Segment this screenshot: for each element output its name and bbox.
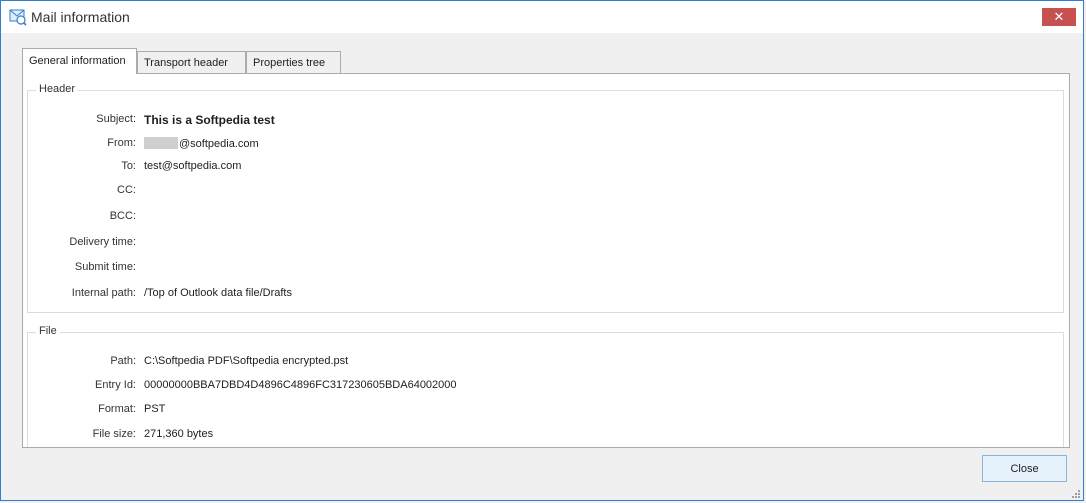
file-group-legend: File — [36, 325, 60, 337]
cc-label: CC: — [117, 184, 136, 196]
header-group-legend: Header — [36, 83, 79, 95]
bcc-label: BCC: — [109, 210, 136, 222]
to-label: To: — [121, 160, 136, 172]
entry-id-value: 00000000BBA7DBD4D4896C4896FC317230605BDA… — [144, 379, 457, 391]
mail-information-window: Mail information ✕ General information T… — [0, 0, 1084, 501]
to-value: test@softpedia.com — [144, 160, 242, 172]
tab-label: Transport header — [144, 57, 228, 69]
path-row: Path: C:\Softpedia PDF\Softpedia encrypt… — [28, 355, 1063, 371]
tab-general-information[interactable]: General information — [22, 48, 137, 74]
submit-time-label: Submit time: — [74, 261, 136, 273]
subject-row: Subject: This is a Softpedia test — [28, 113, 1063, 129]
path-value: C:\Softpedia PDF\Softpedia encrypted.pst — [144, 355, 349, 367]
entry-id-label: Entry Id: — [95, 379, 136, 391]
internal-path-label: Internal path: — [71, 287, 136, 299]
tab-label: Properties tree — [253, 57, 326, 69]
from-label: From: — [107, 137, 136, 149]
file-size-value: 271,360 bytes — [144, 428, 214, 440]
tab-transport-header[interactable]: Transport header — [137, 51, 246, 73]
resize-grip-icon[interactable] — [1071, 489, 1081, 499]
redacted-block — [144, 137, 178, 149]
title-bar: Mail information ✕ — [1, 1, 1083, 33]
format-value: PST — [144, 403, 166, 415]
format-row: Format: PST — [28, 403, 1063, 419]
file-size-row: File size: 271,360 bytes — [28, 428, 1063, 444]
bcc-row: BCC: — [28, 210, 1063, 226]
from-row: From: @softpedia.com — [28, 137, 1063, 153]
submit-time-row: Submit time: — [28, 261, 1063, 277]
file-size-label: File size: — [92, 428, 136, 440]
tab-properties-tree[interactable]: Properties tree — [246, 51, 341, 73]
tab-label: General information — [29, 55, 126, 67]
close-icon: ✕ — [1053, 9, 1065, 24]
header-group: Header Subject: This is a Softpedia test… — [27, 83, 1064, 313]
path-label: Path: — [110, 355, 136, 367]
from-value-wrapper: @softpedia.com — [144, 137, 259, 150]
entry-id-row: Entry Id: 00000000BBA7DBD4D4896C4896FC31… — [28, 379, 1063, 395]
to-row: To: test@softpedia.com — [28, 160, 1063, 176]
cc-row: CC: — [28, 184, 1063, 200]
mail-info-icon — [9, 8, 27, 26]
format-label: Format: — [98, 403, 136, 415]
subject-value: This is a Softpedia test — [144, 113, 275, 127]
delivery-time-label: Delivery time: — [69, 236, 136, 248]
subject-label: Subject: — [96, 113, 136, 125]
window-title: Mail information — [31, 9, 130, 25]
general-information-panel: Header Subject: This is a Softpedia test… — [22, 73, 1070, 448]
internal-path-row: Internal path: /Top of Outlook data file… — [28, 287, 1063, 303]
internal-path-value: /Top of Outlook data file/Drafts — [144, 287, 292, 299]
close-button[interactable]: Close — [982, 455, 1067, 482]
file-group: File Path: C:\Softpedia PDF\Softpedia en… — [27, 325, 1064, 447]
delivery-time-row: Delivery time: — [28, 236, 1063, 252]
close-window-button[interactable]: ✕ — [1042, 8, 1076, 26]
from-value: @softpedia.com — [179, 138, 259, 150]
